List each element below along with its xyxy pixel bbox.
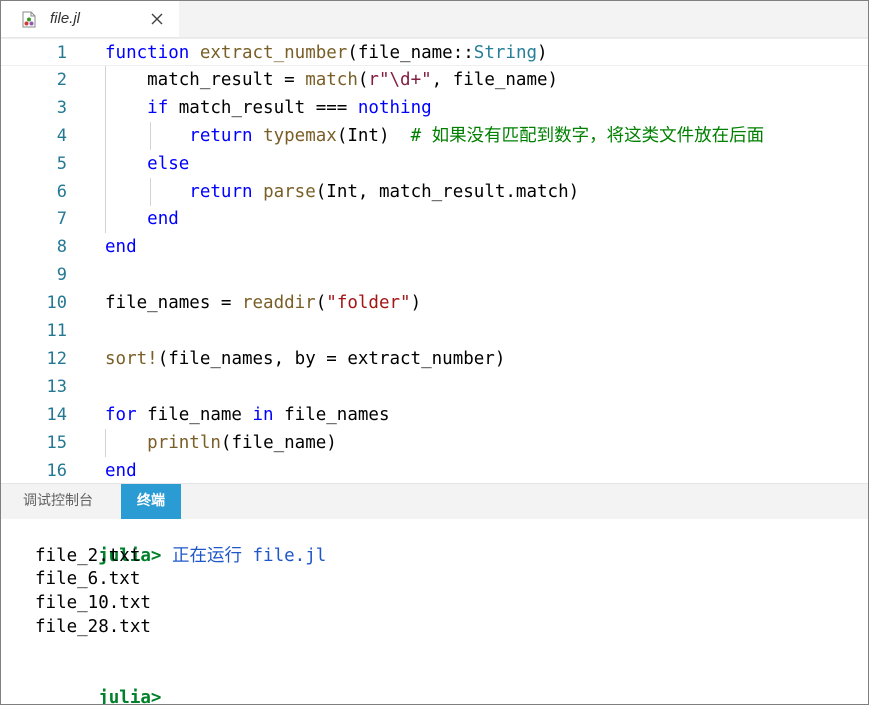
panel-tab-bar: 调试控制台 终端	[1, 483, 868, 519]
code-line[interactable]: 3 if match_result === nothing	[1, 94, 868, 122]
code-line[interactable]: 1 function extract_number(file_name::Stri…	[1, 38, 868, 66]
line-number: 10	[46, 293, 67, 314]
line-number: 9	[56, 265, 67, 286]
terminal-final-prompt: julia>	[35, 662, 161, 704]
code-text: match_result = match(r"\d+", file_name)	[105, 69, 559, 90]
line-number: 14	[46, 404, 67, 425]
code-text: function extract_number(file_name::Strin…	[105, 43, 548, 63]
code-line[interactable]: 16 end	[1, 457, 868, 485]
line-number: 16	[46, 460, 67, 481]
code-text: return parse(Int, match_result.match)	[189, 181, 580, 202]
julia-file-icon	[21, 11, 37, 28]
code-line[interactable]: 11	[1, 317, 868, 345]
tab-debug-console[interactable]: 调试控制台	[7, 484, 109, 519]
code-text: end	[105, 237, 137, 258]
tab-bar: file.jl	[1, 1, 868, 38]
code-editor[interactable]: 1 function extract_number(file_name::Stri…	[1, 38, 868, 482]
terminal-output-line: file_10.txt	[35, 593, 151, 613]
code-line[interactable]: 2 match_result = match(r"\d+", file_name…	[1, 66, 868, 94]
line-number: 11	[46, 321, 67, 341]
terminal-output-line: file_6.txt	[35, 569, 141, 589]
code-text: end	[147, 209, 179, 230]
terminal-run-line: julia> 正在运行 file.jl	[35, 520, 326, 566]
terminal-output[interactable]: julia> 正在运行 file.jl file_2.txt file_6.tx…	[1, 519, 868, 704]
code-text: end	[105, 460, 137, 481]
terminal-prompt: julia>	[98, 688, 162, 705]
line-number: 12	[46, 348, 67, 369]
code-text: for file_name in file_names	[105, 404, 390, 425]
code-line[interactable]: 13	[1, 373, 868, 401]
terminal-output-line: file_28.txt	[35, 617, 151, 637]
indent-guide	[105, 429, 106, 457]
line-number: 4	[56, 125, 67, 146]
code-line[interactable]: 8 end	[1, 233, 868, 261]
tab-file-jl[interactable]: file.jl	[1, 1, 179, 37]
line-number: 15	[46, 432, 67, 453]
code-line[interactable]: 10 file_names = readdir("folder")	[1, 289, 868, 317]
terminal-output-line: file_2.txt	[35, 546, 141, 566]
code-line[interactable]: 4 return typemax(Int) # 如果没有匹配到数字，将这类文件放…	[1, 122, 868, 150]
line-number: 6	[56, 181, 67, 202]
terminal-run-text: 正在运行 file.jl	[161, 546, 327, 566]
line-number: 1	[56, 43, 67, 63]
code-line[interactable]: 7 end	[1, 205, 868, 233]
code-text: println(file_name)	[147, 432, 337, 453]
tab-title: file.jl	[50, 10, 81, 27]
code-line[interactable]: 14 for file_name in file_names	[1, 401, 868, 429]
close-icon[interactable]	[149, 11, 165, 27]
code-text: else	[147, 153, 190, 174]
code-text: if match_result === nothing	[147, 97, 432, 118]
code-line[interactable]: 9	[1, 261, 868, 289]
code-line[interactable]: 5 else	[1, 150, 868, 178]
code-text: file_names = readdir("folder")	[105, 293, 422, 314]
tab-terminal[interactable]: 终端	[121, 484, 181, 519]
code-line[interactable]: 6 return parse(Int, match_result.match)	[1, 178, 868, 206]
line-number: 8	[56, 237, 67, 258]
indent-guide	[105, 66, 106, 233]
indent-guide	[150, 122, 151, 150]
line-number: 3	[56, 97, 67, 118]
line-number: 13	[46, 376, 67, 397]
line-number: 7	[56, 209, 67, 230]
line-number: 2	[56, 69, 67, 90]
editor-window: file.jl 1 function extract_number(file_na…	[0, 0, 869, 705]
code-line[interactable]: 12 sort!(file_names, by = extract_number)	[1, 345, 868, 373]
indent-guide	[150, 178, 151, 206]
code-text: return typemax(Int) # 如果没有匹配到数字，将这类文件放在后…	[189, 125, 765, 146]
code-line[interactable]: 15 println(file_name)	[1, 429, 868, 457]
code-text: sort!(file_names, by = extract_number)	[105, 348, 506, 369]
line-number: 5	[56, 153, 67, 174]
